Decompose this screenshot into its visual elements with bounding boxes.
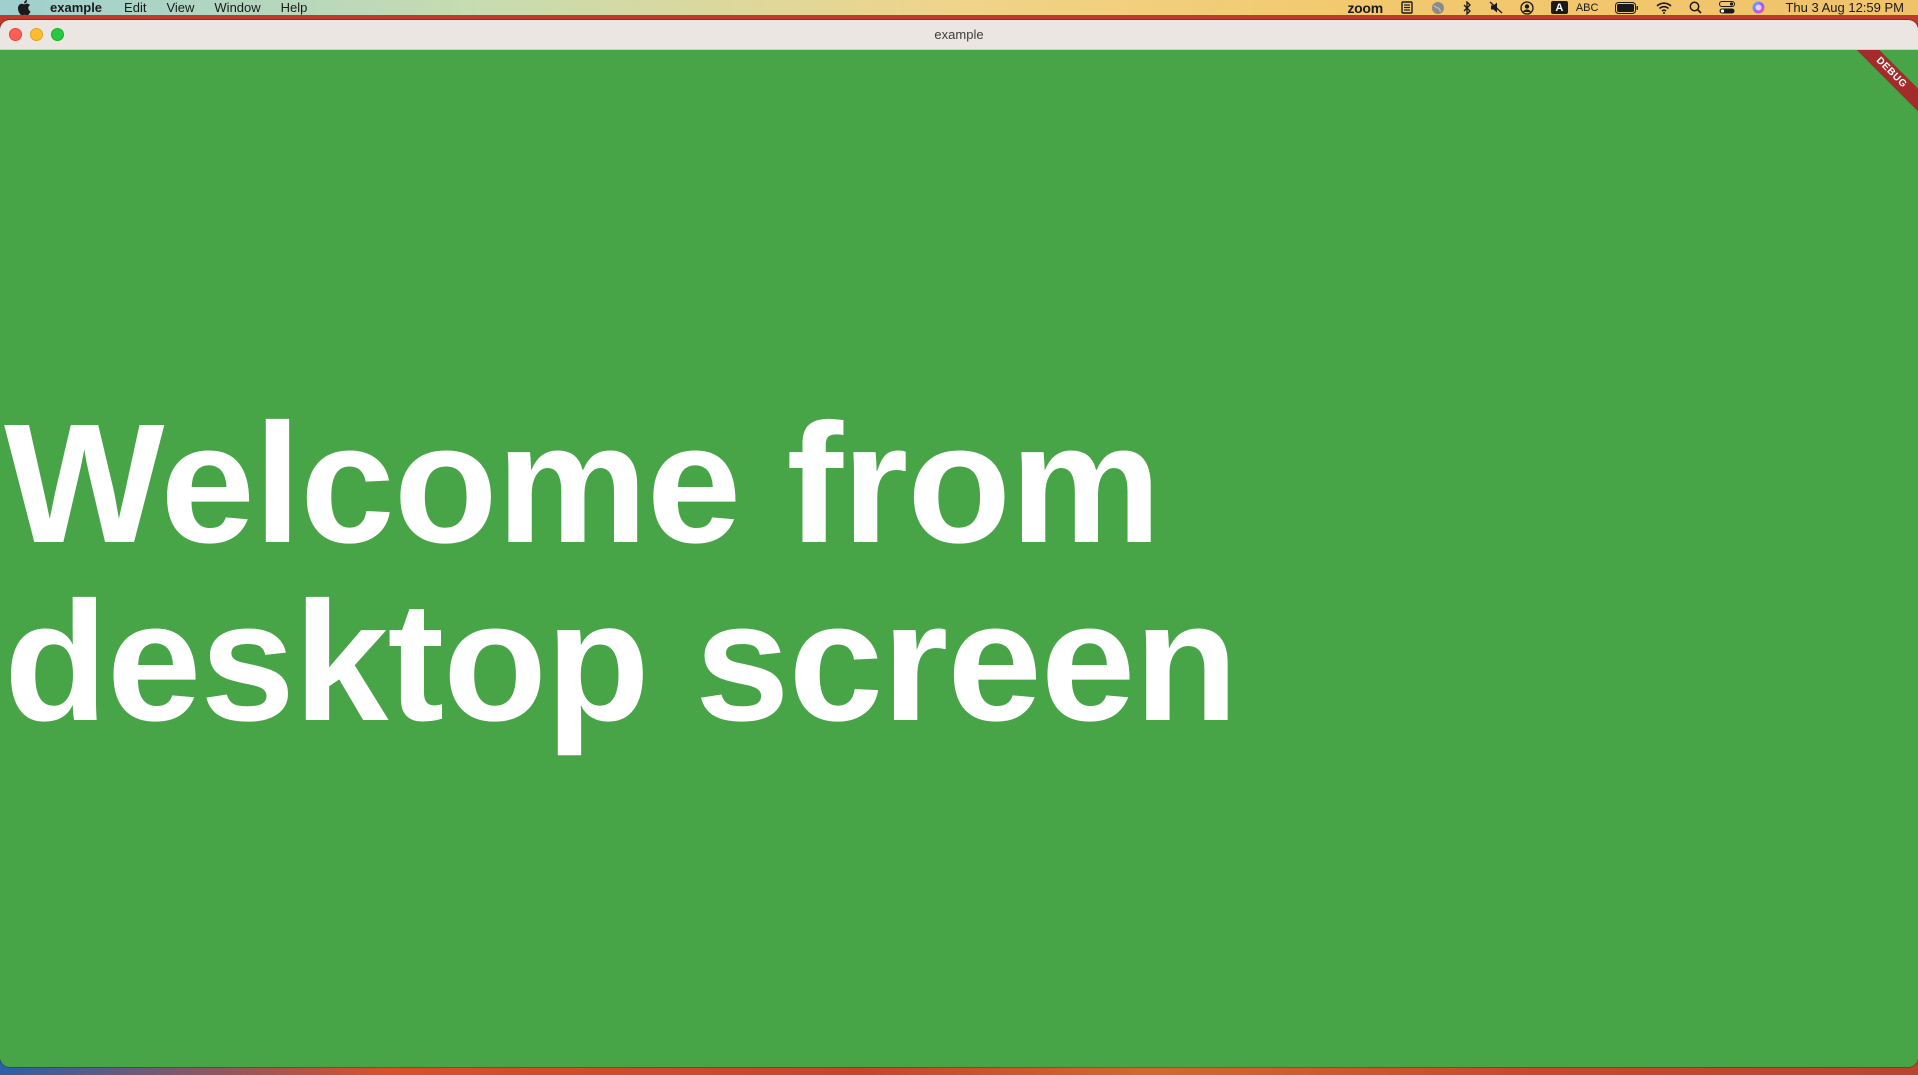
vpn-icon[interactable] (1400, 0, 1414, 15)
input-source-group: A ABC (1550, 0, 1599, 15)
traffic-lights (9, 28, 64, 41)
window-title-bar[interactable]: example (0, 20, 1918, 50)
volume-muted-icon[interactable] (1489, 0, 1503, 15)
menu-window[interactable]: Window (214, 0, 260, 15)
bluetooth-icon[interactable] (1462, 0, 1472, 15)
app-menu[interactable]: example (50, 0, 102, 15)
input-source-label[interactable]: ABC (1576, 2, 1599, 14)
welcome-heading: Welcome from desktop screen (4, 389, 1238, 757)
window-title: example (934, 27, 984, 42)
zoom-status-item[interactable]: zoom (1347, 0, 1383, 16)
maximize-window-button[interactable] (51, 28, 64, 41)
globe-icon[interactable] (1431, 0, 1445, 15)
menu-edit[interactable]: Edit (124, 0, 146, 15)
menu-view[interactable]: View (166, 0, 194, 15)
debug-banner: DEBUG (1848, 50, 1918, 120)
battery-icon[interactable] (1615, 0, 1639, 15)
app-window: example Welcome from desktop screen DEBU… (0, 20, 1918, 1067)
menu-help[interactable]: Help (281, 0, 308, 15)
debug-banner-label: DEBUG (1848, 50, 1918, 118)
input-source-letter[interactable]: A (1550, 1, 1568, 14)
close-window-button[interactable] (9, 28, 22, 41)
minimize-window-button[interactable] (30, 28, 43, 41)
apple-menu-icon[interactable] (16, 0, 32, 15)
spotlight-search-icon[interactable] (1689, 0, 1703, 15)
siri-icon[interactable] (1752, 0, 1765, 15)
menu-bar: example Edit View Window Help zoom A ABC (0, 0, 1918, 16)
app-content: Welcome from desktop screen DEBUG (0, 50, 1918, 1067)
menu-bar-clock[interactable]: Thu 3 Aug 12:59 PM (1785, 0, 1904, 15)
user-account-icon[interactable] (1520, 0, 1534, 15)
wifi-icon[interactable] (1656, 0, 1673, 15)
control-center-icon[interactable] (1719, 0, 1736, 15)
